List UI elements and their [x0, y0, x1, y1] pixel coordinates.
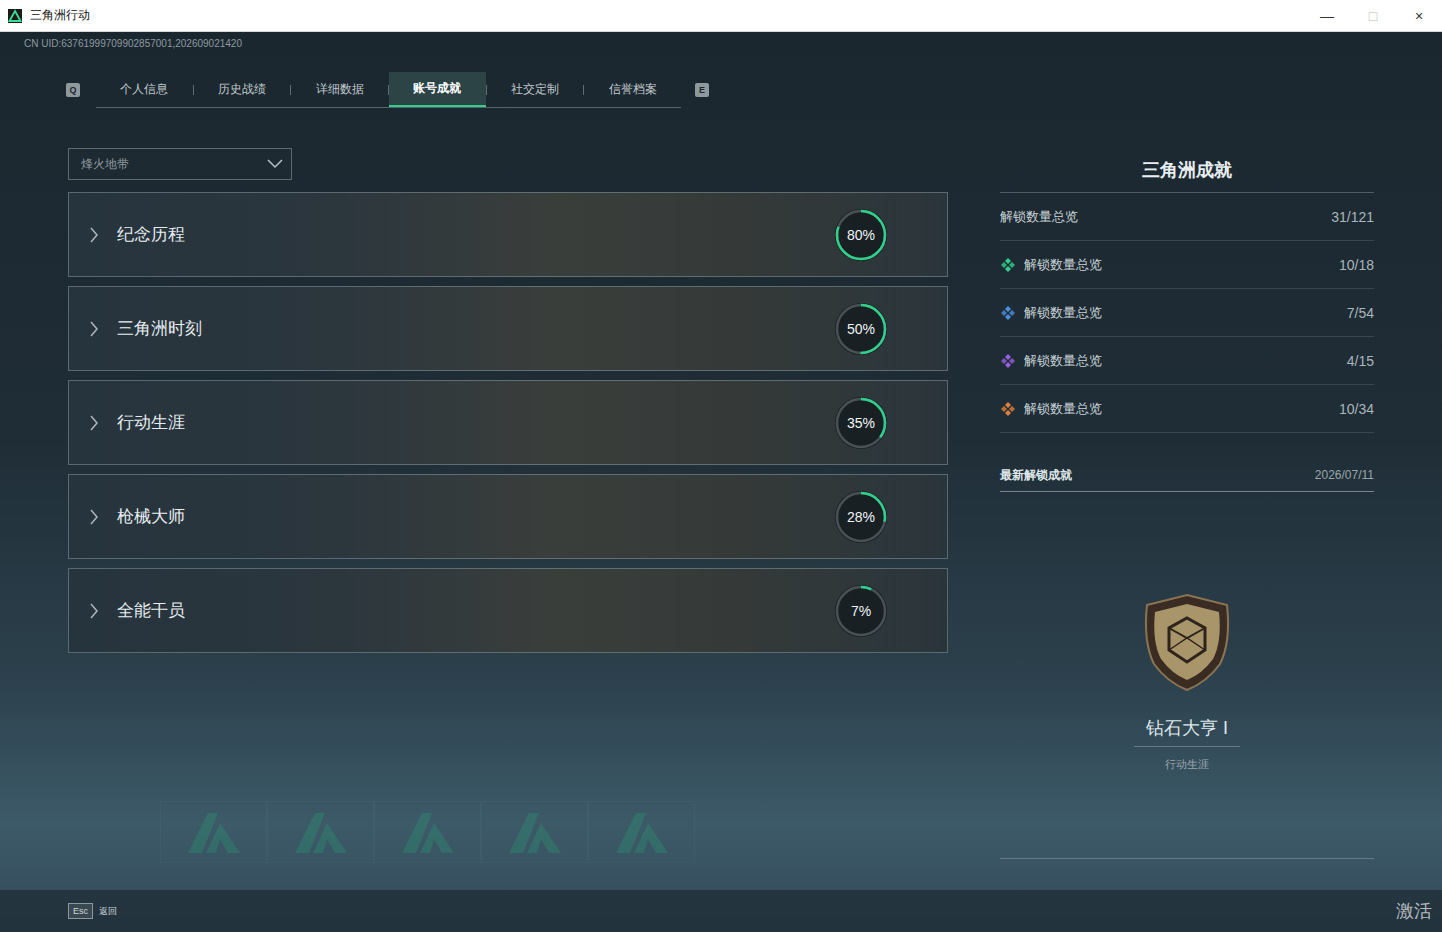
progress-ring: 80% [834, 208, 888, 262]
progress-percent: 7% [834, 584, 888, 638]
achievement-name: 钻石大亨 I [1134, 716, 1240, 747]
back-button[interactable]: Esc返回 [68, 903, 117, 919]
window-control-button[interactable]: × [1396, 0, 1442, 31]
category-name: 枪械大师 [117, 505, 185, 528]
latest-achievement[interactable]: 钻石大亨 I 行动生涯 [1000, 492, 1374, 859]
tab-bar: Q 个人信息历史战绩详细数据账号成就社交定制信誉档案 E [0, 72, 1442, 108]
category-card[interactable]: 全能干员 7% [68, 568, 948, 653]
rarity-icon [1000, 305, 1016, 321]
delta-logo-icon [481, 801, 588, 863]
tab[interactable]: 信誉档案 [584, 72, 681, 107]
progress-percent: 50% [834, 302, 888, 356]
category-name: 纪念历程 [117, 223, 185, 246]
prev-tab-key[interactable]: Q [66, 83, 80, 97]
category-card[interactable]: 枪械大师 28% [68, 474, 948, 559]
window-title: 三角洲行动 [30, 7, 90, 24]
chevron-right-icon [89, 603, 99, 619]
tab[interactable]: 详细数据 [291, 72, 388, 107]
delta-logo-icon [588, 801, 695, 863]
summary-row: 解锁数量总览31/121 [1000, 193, 1374, 241]
rarity-row: 解锁数量总览10/18 [1000, 241, 1374, 289]
category-name: 三角洲时刻 [117, 317, 202, 340]
chevron-down-icon [267, 159, 283, 169]
category-card[interactable]: 纪念历程 80% [68, 192, 948, 277]
progress-percent: 80% [834, 208, 888, 262]
latest-header: 最新解锁成就2026/07/11 [1000, 459, 1374, 492]
title-bar: 三角洲行动 —□× [0, 0, 1442, 32]
window-control-button[interactable]: — [1304, 0, 1350, 31]
achievement-category: 行动生涯 [1165, 757, 1209, 772]
progress-ring: 28% [834, 490, 888, 544]
delta-logo-icon [8, 9, 22, 23]
rarity-row: 解锁数量总览7/54 [1000, 289, 1374, 337]
chevron-right-icon [89, 509, 99, 525]
delta-logo-icon [374, 801, 481, 863]
rarity-icon [1000, 257, 1016, 273]
category-name: 行动生涯 [117, 411, 185, 434]
next-tab-key[interactable]: E [695, 83, 709, 97]
activation-watermark: 激活 [1396, 899, 1432, 923]
rarity-row: 解锁数量总览10/34 [1000, 385, 1374, 433]
delta-logo-icon [160, 801, 267, 863]
category-name: 全能干员 [117, 599, 185, 622]
tab[interactable]: 账号成就 [389, 72, 486, 107]
mode-dropdown[interactable]: 烽火地带 [68, 148, 292, 180]
category-card[interactable]: 行动生涯 35% [68, 380, 948, 465]
tab[interactable]: 历史战绩 [194, 72, 291, 107]
footer-bar: Esc返回 激活 [0, 890, 1442, 932]
chevron-right-icon [89, 227, 99, 243]
progress-ring: 35% [834, 396, 888, 450]
achievement-screen: CN UID:63761999709902857001,202609021420… [0, 32, 1442, 932]
progress-percent: 28% [834, 490, 888, 544]
progress-ring: 7% [834, 584, 888, 638]
chevron-right-icon [89, 321, 99, 337]
summary-title: 三角洲成就 [1000, 148, 1374, 193]
summary-panel: 三角洲成就解锁数量总览31/121解锁数量总览10/18解锁数量总览7/54解锁… [1000, 148, 1374, 890]
tab[interactable]: 社交定制 [487, 72, 584, 107]
progress-percent: 35% [834, 396, 888, 450]
rarity-row: 解锁数量总览4/15 [1000, 337, 1374, 385]
category-card[interactable]: 三角洲时刻 50% [68, 286, 948, 371]
achievement-badge-icon [1139, 592, 1235, 692]
delta-logo-icon [267, 801, 374, 863]
window-control-button[interactable]: □ [1350, 0, 1396, 31]
chevron-right-icon [89, 415, 99, 431]
rarity-icon [1000, 353, 1016, 369]
tab[interactable]: 个人信息 [96, 72, 193, 107]
rarity-icon [1000, 401, 1016, 417]
game-window: 三角洲行动 —□×CN UID:63761999709902857001,2026… [0, 0, 1442, 932]
progress-ring: 50% [834, 302, 888, 356]
uid-label: CN UID:63761999709902857001,202609021420 [0, 32, 1442, 50]
